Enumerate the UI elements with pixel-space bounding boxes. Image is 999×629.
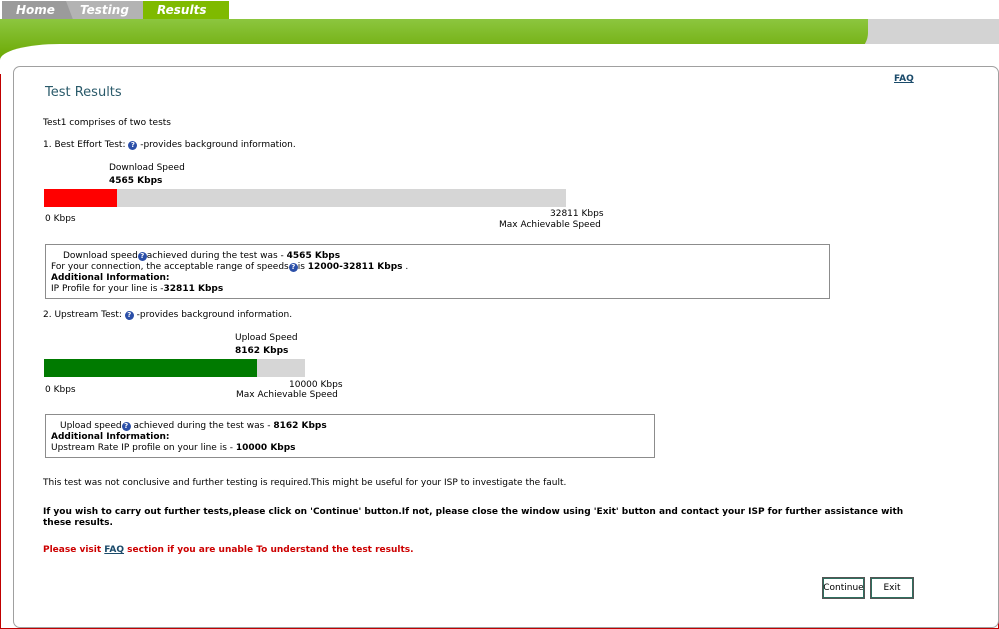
page-title: Test Results [45, 85, 122, 100]
upload-info-box: Upload speed? achieved during the test w… [45, 414, 655, 458]
upload-info-line1-value: 8162 Kbps [273, 421, 327, 431]
download-speed-bar-fill [44, 189, 117, 207]
download-min-label: 0 Kbps [45, 214, 76, 224]
test2-heading-note: -provides background information. [133, 310, 293, 320]
download-info-line4-value: 32811 Kbps [163, 284, 224, 294]
test2-heading-label: 2. Upstream Test: [43, 310, 125, 320]
upload-info-line3: Upstream Rate IP profile on your line is… [51, 443, 296, 453]
continue-instruction-line1: If you wish to carry out further tests,p… [43, 507, 904, 517]
upload-info-line1-label: Upload speed [60, 421, 122, 431]
download-speed-value: 4565 Kbps [109, 176, 163, 186]
upload-speed-label: Upload Speed [235, 333, 298, 343]
upload-max-value: 10000 Kbps [289, 380, 343, 390]
test1-heading-note: -provides background information. [137, 140, 296, 150]
download-info-line4-label: IP Profile for your line is - [51, 284, 164, 294]
download-info-line2-value: 12000-32811 Kbps [307, 262, 403, 272]
test1-heading-label: 1. Best Effort Test: [43, 140, 129, 150]
exit-button[interactable]: Exit [870, 577, 914, 599]
faq-notice-link[interactable]: FAQ [104, 545, 124, 555]
help-icon[interactable]: ? [288, 263, 298, 272]
download-max-caption: Max Achievable Speed [499, 220, 601, 230]
download-info-line1: Download speed? achieved during the test … [63, 251, 340, 261]
download-info-line2-text: is [297, 262, 308, 272]
help-icon[interactable]: ? [124, 311, 134, 320]
upload-info-line3-value: 10000 Kbps [235, 443, 296, 453]
tab-results[interactable]: Results [143, 1, 229, 20]
download-info-line1-label: Download speed [63, 251, 138, 261]
upload-min-label: 0 Kbps [45, 385, 76, 395]
upload-info-line1-text: achieved during the test was - [130, 421, 274, 431]
download-info-line2-end: . [402, 262, 409, 272]
download-info-line4: IP Profile for your line is -32811 Kbps [51, 284, 223, 294]
download-additional-heading: Additional Information: [51, 273, 170, 283]
test2-heading: 2. Upstream Test: ? -provides background… [43, 310, 292, 320]
download-info-line1-value: 4565 Kbps [286, 251, 341, 261]
inconclusive-message: This test was not conclusive and further… [43, 478, 567, 488]
download-speed-label: Download Speed [109, 163, 185, 173]
intro-text: Test1 comprises of two tests [43, 118, 171, 128]
test1-heading: 1. Best Effort Test: ? -provides backgro… [43, 140, 296, 150]
help-icon[interactable]: ? [121, 422, 131, 431]
download-info-box: Download speed? achieved during the test … [45, 244, 830, 299]
upload-speed-bar-fill [44, 359, 257, 377]
help-icon[interactable]: ? [137, 252, 147, 261]
continue-instruction-line2: these results. [43, 518, 113, 528]
results-panel: Test Results FAQ Test1 comprises of two … [13, 66, 999, 628]
upload-max-caption: Max Achievable Speed [236, 390, 338, 400]
download-info-line1-text: achieved during the test was - [146, 251, 287, 261]
upload-speed-value: 8162 Kbps [235, 346, 289, 356]
tab-bar: Home Testing Results [0, 0, 999, 20]
help-icon[interactable]: ? [128, 141, 138, 150]
tab-testing[interactable]: Testing [66, 1, 156, 20]
faq-notice-suffix: section if you are unable To understand … [124, 545, 414, 555]
continue-button[interactable]: Continue [822, 577, 865, 599]
download-info-line2: For your connection, the acceptable rang… [51, 262, 408, 272]
download-max-value: 32811 Kbps [550, 209, 604, 219]
upload-info-line1: Upload speed? achieved during the test w… [60, 421, 327, 431]
download-speed-bar [44, 189, 566, 207]
faq-link[interactable]: FAQ [894, 74, 914, 84]
upload-additional-heading: Additional Information: [51, 432, 170, 442]
upload-info-line3-label: Upstream Rate IP profile on your line is… [51, 443, 236, 453]
faq-notice: Please visit FAQ section if you are unab… [43, 545, 414, 555]
upload-speed-bar [44, 359, 305, 377]
faq-notice-prefix: Please visit [43, 545, 105, 555]
download-info-line2-label: For your connection, the acceptable rang… [51, 262, 289, 272]
